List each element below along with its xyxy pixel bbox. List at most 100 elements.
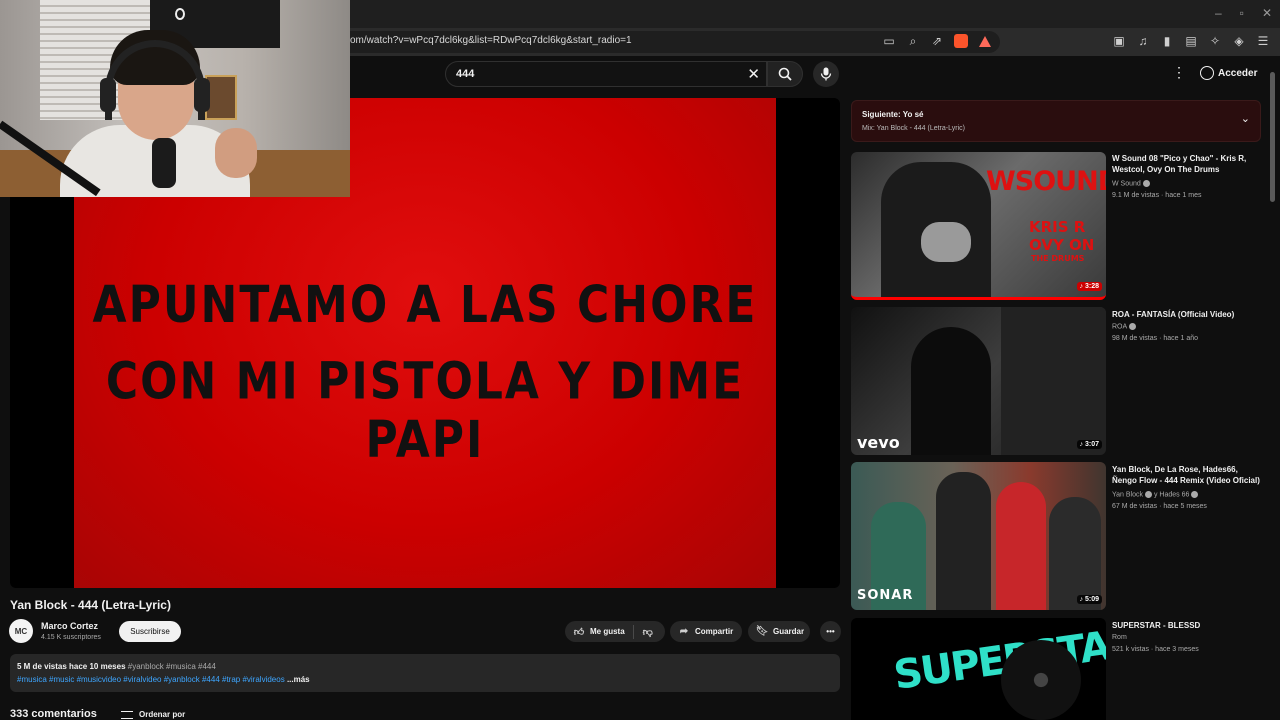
thumbs-up-icon[interactable]: 👍︎ xyxy=(573,626,585,638)
sidebar-icon[interactable]: ▮ xyxy=(1160,34,1174,48)
thumbnail-person-3 xyxy=(996,482,1046,610)
thumbnail-figure xyxy=(911,327,991,455)
channel-name[interactable]: Rom xyxy=(1112,634,1127,641)
more-icon: ••• xyxy=(826,627,835,636)
lyric-line-2: CON MI PISTOLA Y DIME PAPI xyxy=(105,352,745,470)
signin-label: Acceder xyxy=(1218,67,1258,79)
scrollbar-thumb[interactable] xyxy=(1270,72,1275,202)
menu-icon[interactable]: ☰ xyxy=(1256,34,1270,48)
vevo-logo: vevo xyxy=(857,433,900,452)
zoom-icon[interactable]: ⌕ xyxy=(906,34,920,48)
duration-text: 5:09 xyxy=(1084,596,1099,603)
video-meta: 521 k vistas · hace 3 meses xyxy=(1112,646,1199,653)
cast-icon[interactable]: ▭ xyxy=(882,34,896,48)
headphone-cup-left xyxy=(100,78,116,112)
video-title-link[interactable]: Yan Block, De La Rose, Hades66, Ñengo Fl… xyxy=(1112,464,1262,486)
lyric-line-1: APUNTAMO A LAS CHORE xyxy=(92,276,758,335)
vpn-icon[interactable]: ◈ xyxy=(1232,34,1246,48)
settings-menu-icon[interactable]: ⋮ xyxy=(1172,64,1186,81)
duration-badge: ♪ 3:28 xyxy=(1076,282,1102,291)
channel-name[interactable]: ROA xyxy=(1112,323,1137,330)
description-line-2: #musica #music #musicvideo #viralvideo #… xyxy=(17,675,310,684)
video-title-link[interactable]: SUPERSTAR - BLESSD xyxy=(1112,620,1262,631)
description-box[interactable]: 5 M de vistas hace 10 meses #yanblock #m… xyxy=(10,654,840,692)
up-next-mix-card[interactable]: Siguiente: Yo sé Mix: Yan Block - 444 (L… xyxy=(851,100,1261,142)
show-more-link[interactable]: ...más xyxy=(287,675,310,684)
minimize-button[interactable]: – xyxy=(1215,6,1222,20)
like-button[interactable]: Me gusta xyxy=(590,627,625,636)
brave-shield-icon[interactable] xyxy=(954,34,968,48)
channel-label: Yan Block xyxy=(1112,491,1143,499)
chevron-down-icon[interactable]: ⌄ xyxy=(1241,112,1250,125)
comments-count: 333 comentarios xyxy=(10,708,97,720)
sonar-logo: SONAR xyxy=(857,588,914,603)
media-icon[interactable]: ♫ xyxy=(1136,34,1150,48)
duration-text: 3:28 xyxy=(1084,283,1099,290)
page-scrollbar[interactable] xyxy=(1270,64,1276,720)
view-count: 5 M de vistas hace 10 meses xyxy=(17,662,126,671)
close-window-button[interactable]: ✕ xyxy=(1262,6,1272,20)
description-tags: #yanblock #musica #444 xyxy=(127,662,216,671)
search-button[interactable] xyxy=(767,61,803,87)
share-label: Compartir xyxy=(695,627,734,636)
address-bar[interactable]: om/watch?v=wPcq7dcl6kg&list=RDwPcq7dcl6k… xyxy=(340,31,1000,53)
share-page-icon[interactable]: ⇗ xyxy=(930,34,944,48)
leo-icon[interactable]: ✧ xyxy=(1208,34,1222,48)
video-thumbnail[interactable]: vevo ♪ 3:07 xyxy=(851,307,1106,455)
duration-badge: ♪ 3:07 xyxy=(1076,440,1102,449)
url-text[interactable]: om/watch?v=wPcq7dcl6kg&list=RDwPcq7dcl6k… xyxy=(350,35,632,46)
duration-text: 3:07 xyxy=(1084,441,1099,448)
headphone-cup-right xyxy=(194,78,210,112)
video-thumbnail[interactable]: SUPERSTAR xyxy=(851,618,1106,720)
brave-rewards-icon[interactable] xyxy=(978,34,992,48)
video-meta: 9.1 M de vistas · hace 1 mes xyxy=(1112,192,1202,199)
thumbnail-subtext-2: OVY ON xyxy=(1029,236,1095,254)
search-box[interactable]: 444 ✕ xyxy=(445,61,767,87)
thumbnail-wall xyxy=(1001,307,1106,455)
sort-icon xyxy=(121,710,133,719)
verified-icon xyxy=(1142,180,1150,187)
video-thumbnail[interactable]: WSOUND08 KRIS R OVY ON THE DRUMS ♪ 3:28 xyxy=(851,152,1106,300)
sort-comments-button[interactable]: Ordenar por xyxy=(121,710,185,719)
channel-label-2: y Hades 66 xyxy=(1153,491,1190,499)
channel-name[interactable]: Yan Block y Hades 66 xyxy=(1112,491,1199,499)
signin-button[interactable]: Acceder xyxy=(1200,66,1257,80)
verified-icon xyxy=(1145,491,1152,498)
address-bar-icons: ▭ ⌕ ⇗ xyxy=(882,34,992,48)
share-button[interactable]: ➦ Compartir xyxy=(670,621,742,642)
clear-search-icon[interactable]: ✕ xyxy=(747,65,760,83)
thumbs-down-icon[interactable]: 👎︎ xyxy=(642,626,654,638)
up-next-title: Siguiente: Yo sé xyxy=(862,110,924,119)
webcam-overlay xyxy=(0,0,350,197)
microphone xyxy=(152,138,176,188)
video-thumbnail[interactable]: SONAR ♪ 5:09 xyxy=(851,462,1106,610)
microphone-icon xyxy=(820,67,832,81)
video-title-link[interactable]: ROA - FANTASÍA (Official Video) xyxy=(1112,309,1262,320)
wallet-icon[interactable]: ▤ xyxy=(1184,34,1198,48)
hashtags[interactable]: #musica #music #musicvideo #viralvideo #… xyxy=(17,675,285,684)
video-meta: 67 M de vistas · hace 5 meses xyxy=(1112,503,1207,510)
thumbnail-hands xyxy=(921,222,971,262)
up-next-subtitle: Mix: Yan Block - 444 (Letra-Lyric) xyxy=(862,125,965,132)
voice-search-button[interactable] xyxy=(813,61,839,87)
thumbnail-person-4 xyxy=(1049,497,1101,610)
like-separator xyxy=(632,624,634,639)
vinyl-record xyxy=(1001,640,1081,720)
search-input[interactable]: 444 xyxy=(456,68,474,80)
subscribe-button[interactable]: Suscribirse xyxy=(119,621,181,642)
search-icon xyxy=(778,67,792,81)
maximize-button[interactable]: ▫ xyxy=(1240,6,1244,20)
video-title: Yan Block - 444 (Letra-Lyric) xyxy=(10,598,171,612)
ring-light xyxy=(175,8,185,20)
channel-name[interactable]: Marco Cortez xyxy=(41,621,98,631)
video-title-link[interactable]: W Sound 08 "Pico y Chao" - Kris R, Westc… xyxy=(1112,153,1262,175)
browser-extensions: ▣ ♫ ▮ ▤ ✧ ◈ ☰ xyxy=(1112,34,1270,48)
streamer-hand xyxy=(215,128,257,178)
duration-badge: ♪ 5:09 xyxy=(1076,595,1102,604)
save-button[interactable]: 🔖︎ Guardar xyxy=(748,621,810,642)
channel-avatar[interactable]: MC xyxy=(9,619,33,643)
channel-name[interactable]: W Sound xyxy=(1112,180,1150,187)
thumbnail-text: WSOUND08 xyxy=(986,166,1106,197)
more-actions-button[interactable]: ••• xyxy=(820,621,841,642)
screenshot-icon[interactable]: ▣ xyxy=(1112,34,1126,48)
